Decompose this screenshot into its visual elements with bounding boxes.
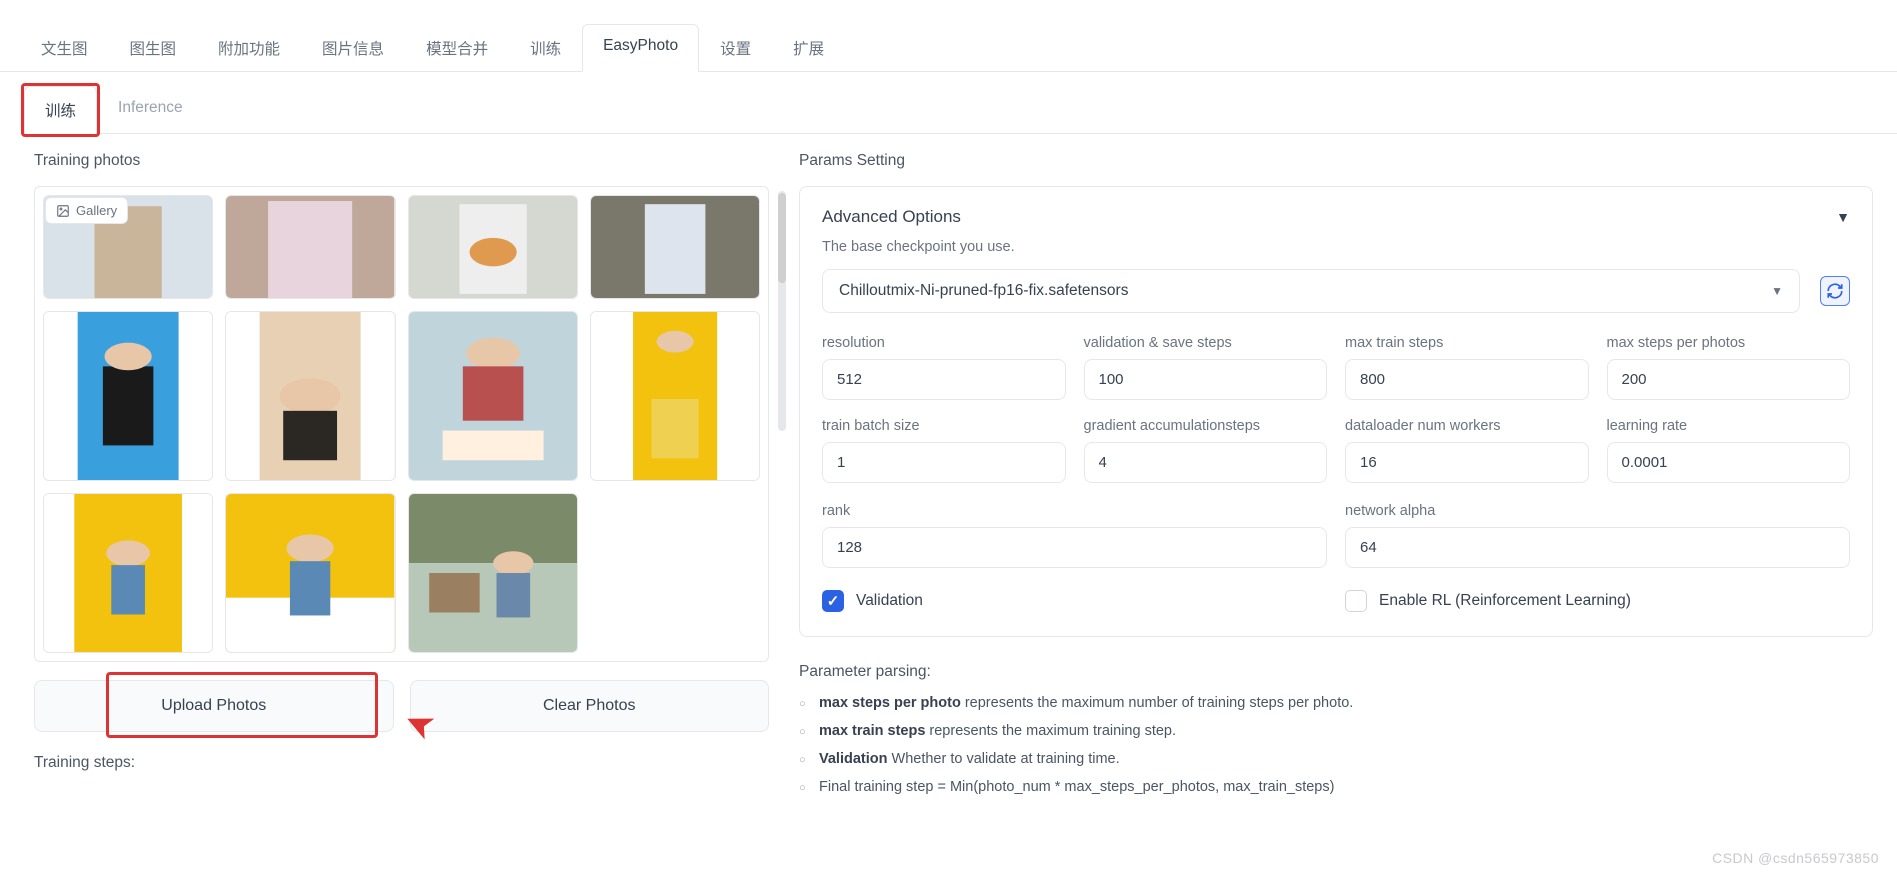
bullet-item: Validation Whether to validate at traini… bbox=[799, 751, 1873, 767]
tab-txt2img[interactable]: 文生图 bbox=[20, 24, 109, 71]
photo-thumb[interactable] bbox=[225, 311, 395, 481]
chevron-down-icon: ▼ bbox=[1771, 284, 1783, 298]
refresh-icon bbox=[1826, 282, 1844, 300]
photo-thumb[interactable] bbox=[408, 195, 578, 299]
tab-extras[interactable]: 附加功能 bbox=[197, 24, 301, 71]
maxtrain-label: max train steps bbox=[1345, 335, 1589, 351]
photo-thumb[interactable] bbox=[590, 311, 760, 481]
bullet-item: Final training step = Min(photo_num * ma… bbox=[799, 779, 1873, 795]
bullet-item: max steps per photo represents the maxim… bbox=[799, 695, 1873, 711]
param-bullets: max steps per photo represents the maxim… bbox=[799, 695, 1873, 795]
photo-thumb[interactable] bbox=[225, 493, 395, 653]
training-steps-label: Training steps: bbox=[34, 754, 769, 772]
bullet-item: max train steps represents the maximum t… bbox=[799, 723, 1873, 739]
subtab-train[interactable]: 训练 bbox=[24, 86, 97, 134]
lr-input[interactable] bbox=[1607, 442, 1851, 483]
checkbox-icon bbox=[1345, 590, 1367, 612]
resolution-input[interactable] bbox=[822, 359, 1066, 400]
tab-easyphoto[interactable]: EasyPhoto bbox=[582, 24, 699, 72]
gradacc-label: gradient accumulationsteps bbox=[1084, 418, 1328, 434]
photo-thumb[interactable] bbox=[225, 195, 395, 299]
parameter-parsing-title: Parameter parsing: bbox=[799, 663, 1873, 681]
tab-imginfo[interactable]: 图片信息 bbox=[301, 24, 405, 71]
workers-input[interactable] bbox=[1345, 442, 1589, 483]
netalpha-input[interactable] bbox=[1345, 527, 1850, 568]
photo-thumb[interactable] bbox=[43, 493, 213, 653]
rank-label: rank bbox=[822, 503, 1327, 519]
checkpoint-label: The base checkpoint you use. bbox=[822, 239, 1850, 255]
tab-merge[interactable]: 模型合并 bbox=[405, 24, 509, 71]
maxperphoto-label: max steps per photos bbox=[1607, 335, 1851, 351]
training-photos-title: Training photos bbox=[34, 152, 769, 170]
valsteps-input[interactable] bbox=[1084, 359, 1328, 400]
params-setting-title: Params Setting bbox=[799, 152, 1873, 170]
batch-label: train batch size bbox=[822, 418, 1066, 434]
lr-label: learning rate bbox=[1607, 418, 1851, 434]
tab-img2img[interactable]: 图生图 bbox=[109, 24, 198, 71]
tab-train[interactable]: 训练 bbox=[509, 24, 582, 71]
tab-settings[interactable]: 设置 bbox=[699, 24, 772, 71]
advanced-options-title: Advanced Options bbox=[822, 207, 961, 227]
rank-input[interactable] bbox=[822, 527, 1327, 568]
watermark: CSDN @csdn565973850 bbox=[1712, 850, 1879, 866]
refresh-button[interactable] bbox=[1820, 276, 1850, 306]
photo-thumb[interactable] bbox=[590, 195, 760, 299]
main-tabs: 文生图 图生图 附加功能 图片信息 模型合并 训练 EasyPhoto 设置 扩… bbox=[0, 24, 1897, 72]
subtab-inference[interactable]: Inference bbox=[97, 86, 204, 133]
maxperphoto-input[interactable] bbox=[1607, 359, 1851, 400]
image-icon bbox=[56, 204, 70, 218]
tab-extensions[interactable]: 扩展 bbox=[772, 24, 845, 71]
clear-photos-button[interactable]: Clear Photos bbox=[410, 680, 770, 732]
valsteps-label: validation & save steps bbox=[1084, 335, 1328, 351]
gallery-scrollbar[interactable] bbox=[778, 191, 786, 431]
checkbox-icon bbox=[822, 590, 844, 612]
batch-input[interactable] bbox=[822, 442, 1066, 483]
upload-photos-button[interactable]: Upload Photos bbox=[34, 680, 394, 732]
gallery-badge: Gallery bbox=[45, 197, 128, 224]
workers-label: dataloader num workers bbox=[1345, 418, 1589, 434]
sub-tabs: 训练 Inference bbox=[24, 86, 1897, 134]
gradacc-input[interactable] bbox=[1084, 442, 1328, 483]
validation-checkbox[interactable]: Validation bbox=[822, 590, 1327, 612]
photo-thumb[interactable] bbox=[43, 311, 213, 481]
photo-thumb[interactable] bbox=[408, 311, 578, 481]
resolution-label: resolution bbox=[822, 335, 1066, 351]
enable-rl-checkbox[interactable]: Enable RL (Reinforcement Learning) bbox=[1345, 590, 1850, 612]
photo-thumb[interactable] bbox=[408, 493, 578, 653]
maxtrain-input[interactable] bbox=[1345, 359, 1589, 400]
collapse-icon[interactable]: ▼ bbox=[1836, 209, 1850, 225]
advanced-options-panel: Advanced Options ▼ The base checkpoint y… bbox=[799, 186, 1873, 637]
checkpoint-select[interactable]: Chilloutmix-Ni-pruned-fp16-fix.safetenso… bbox=[822, 269, 1800, 313]
netalpha-label: network alpha bbox=[1345, 503, 1850, 519]
gallery: Gallery bbox=[34, 186, 769, 662]
